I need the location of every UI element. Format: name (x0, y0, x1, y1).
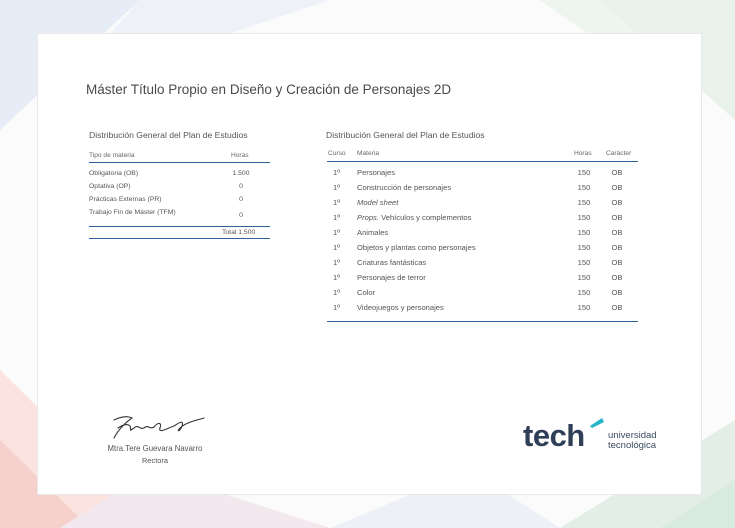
right-header-rule (327, 161, 638, 162)
right-row-character: OB (611, 228, 623, 237)
right-row-character: OB (611, 303, 623, 312)
right-row-course: 1º (333, 303, 340, 312)
left-row-type: Trabajo Fin de Máster (TFM) (89, 209, 176, 216)
certificate-title: Máster Título Propio en Diseño y Creació… (86, 82, 452, 97)
right-row-subject-italic: Props. (357, 213, 379, 222)
right-row-subject: Personajes (357, 168, 395, 177)
right-row-course: 1º (333, 183, 340, 192)
right-row-hours: 150 (577, 228, 591, 237)
right-row-subject: Model sheet (357, 198, 399, 207)
right-row-hours: 150 (577, 183, 591, 192)
right-row-course: 1º (333, 288, 340, 297)
right-row-character: OB (611, 198, 623, 207)
left-col-type-header: Tipo de materia (89, 152, 135, 159)
right-col-course-header: Curso (328, 150, 346, 157)
signatory-name: Mtra.Tere Guevara Navarro (107, 444, 203, 453)
right-col-char-header: Carácter (606, 150, 632, 157)
certificate-page: Máster Título Propio en Diseño y Creació… (0, 0, 735, 528)
right-table-heading: Distribución General del Plan de Estudio… (326, 130, 485, 140)
left-total-rule (89, 226, 270, 227)
right-row-course: 1º (333, 168, 340, 177)
right-row-subject: Objetos y plantas como personajes (357, 243, 476, 252)
left-total: Total 1.500 (222, 229, 256, 236)
left-row-hours: 0 (239, 183, 243, 190)
right-col-subject-header: Materia (357, 150, 379, 157)
left-bottom-rule (89, 238, 270, 239)
signature-image (113, 416, 205, 439)
left-row-hours: 0 (239, 196, 243, 203)
logo-line2: tecnológica (608, 440, 657, 451)
right-row-character: OB (611, 243, 623, 252)
right-row-hours: 150 (577, 303, 591, 312)
tech-logo-word: tech (523, 418, 585, 453)
right-row-subject: Videojuegos y personajes (357, 303, 444, 312)
left-row-type: Obligatoria (OB) (89, 170, 139, 177)
right-row-character: OB (611, 273, 623, 282)
right-row-course: 1º (333, 213, 340, 222)
left-table-heading: Distribución General del Plan de Estudio… (89, 130, 248, 140)
right-row-subject: Criaturas fantásticas (357, 258, 427, 267)
signatory-role: Rectora (142, 456, 168, 465)
left-row-hours: 0 (239, 212, 243, 219)
right-row-character: OB (611, 288, 623, 297)
right-row-hours: 150 (577, 258, 591, 267)
left-row-type: Optativa (OP) (89, 183, 131, 190)
left-col-hours-header: Horas (231, 152, 249, 159)
left-row-type: Prácticas Externas (PR) (89, 196, 162, 203)
right-row-subject: Construcción de personajes (357, 183, 452, 192)
right-row-hours: 150 (577, 213, 591, 222)
right-row-hours: 150 (577, 243, 591, 252)
right-row-character: OB (611, 168, 623, 177)
left-row-hours: 1.500 (232, 170, 250, 177)
right-bottom-rule (327, 321, 638, 322)
right-row-subject: Animales (357, 228, 389, 237)
right-row-subject: Personajes de terror (357, 273, 426, 282)
right-row-course: 1º (333, 273, 340, 282)
right-row-subject-text: Vehículos y complementos (381, 213, 472, 222)
right-row-character: OB (611, 213, 623, 222)
logo-accent-icon (590, 418, 604, 428)
right-row-course: 1º (333, 243, 340, 252)
logo-subtitle: universidad tecnológica (608, 431, 657, 451)
right-row-hours: 150 (577, 273, 591, 282)
right-row-subject: Color (357, 288, 376, 297)
right-row-hours: 150 (577, 168, 591, 177)
right-col-hours-header: Horas (574, 150, 592, 157)
right-row-course: 1º (333, 228, 340, 237)
left-header-rule (89, 162, 270, 163)
right-row-course: 1º (333, 198, 340, 207)
right-row-subject: Props. Vehículos y complementos (357, 213, 471, 222)
right-row-character: OB (611, 258, 623, 267)
right-row-hours: 150 (577, 198, 591, 207)
right-row-course: 1º (333, 258, 340, 267)
right-row-hours: 150 (577, 288, 591, 297)
right-row-character: OB (611, 183, 623, 192)
